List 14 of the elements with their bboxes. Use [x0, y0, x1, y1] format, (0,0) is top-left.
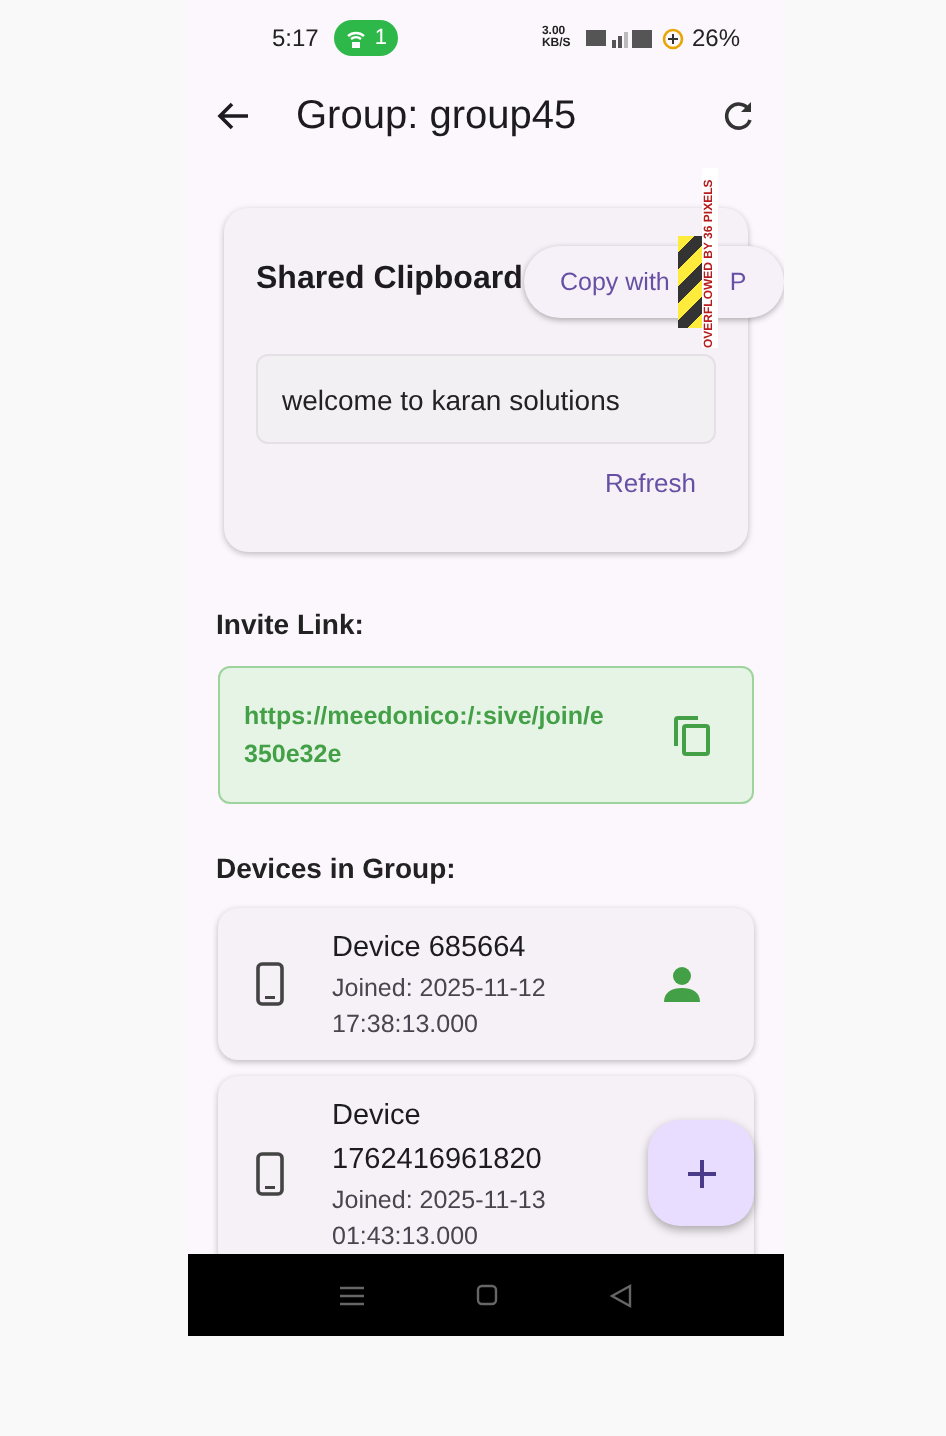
- clipboard-field[interactable]: welcome to karan solutions: [256, 354, 716, 444]
- section-heading: Devices in Group:: [216, 850, 458, 888]
- section-heading: Invite Link:: [216, 606, 366, 644]
- device-name: Device 1762416961820: [332, 1098, 544, 1180]
- device-name: Device 685664: [332, 930, 528, 968]
- battery-percent: 26%: [691, 22, 740, 56]
- time-text: 5:17: [272, 22, 319, 56]
- hotspot-count: 1: [374, 23, 387, 54]
- invite-link[interactable]: https://meedonico:/:sive/join/e350e32e: [244, 697, 606, 773]
- joined-date: Joined: 2025-11-13 01:43:13.000: [332, 1184, 548, 1254]
- card-title: Shared Clipboard: [256, 260, 523, 300]
- joined-date: Joined: 2025-11-12 17:38:13.000: [332, 972, 548, 1042]
- app-bar-title: Group: group45: [296, 92, 577, 142]
- refresh-button[interactable]: Refresh: [584, 460, 716, 507]
